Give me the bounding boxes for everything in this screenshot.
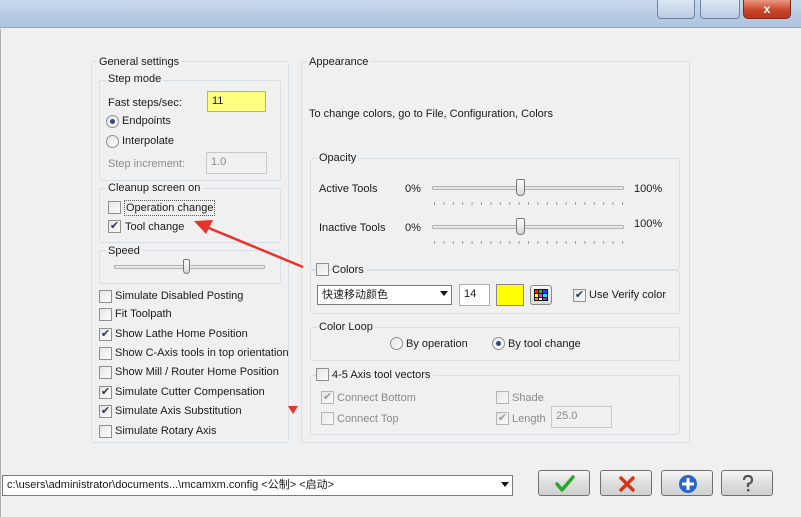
colors-label: Colors bbox=[332, 263, 367, 277]
active-tools-slider-thumb[interactable] bbox=[516, 179, 525, 196]
inactive-min-label: 0% bbox=[405, 222, 421, 234]
by-tool-change-radio[interactable] bbox=[492, 337, 505, 350]
by-operation-label: By operation bbox=[406, 338, 468, 350]
use-verify-color-label: Use Verify color bbox=[589, 289, 667, 301]
connect-bottom-label: Connect Bottom bbox=[337, 392, 416, 404]
ok-button[interactable] bbox=[538, 470, 590, 496]
endpoints-radio[interactable] bbox=[106, 115, 119, 128]
title-bar: x bbox=[0, 0, 801, 28]
option-label: Simulate Axis Substitution bbox=[115, 405, 242, 417]
dialog-client: General settings Step mode Fast steps/se… bbox=[0, 29, 801, 517]
close-icon: x bbox=[763, 2, 771, 16]
active-min-label: 0% bbox=[405, 183, 421, 195]
minimize-button[interactable] bbox=[657, 0, 695, 19]
interpolate-radio[interactable] bbox=[106, 135, 119, 148]
opacity-group bbox=[310, 158, 680, 270]
shade-label: Shade bbox=[512, 392, 544, 404]
option-label: Show Mill / Router Home Position bbox=[115, 366, 279, 378]
config-path-value: c:\users\administrator\documents...\mcam… bbox=[7, 479, 335, 491]
color-picker-button[interactable] bbox=[530, 285, 552, 305]
option-checkbox[interactable]: ✔ bbox=[99, 328, 112, 341]
option-checkbox[interactable]: ✔ bbox=[99, 405, 112, 418]
step-increment-label: Step increment: bbox=[108, 158, 186, 170]
option-checkbox[interactable] bbox=[99, 290, 112, 303]
annotation-arrow bbox=[194, 220, 304, 269]
active-max-label: 100% bbox=[634, 183, 663, 195]
maximize-button[interactable] bbox=[700, 0, 740, 19]
tool-change-checkbox[interactable]: ✔ bbox=[108, 220, 121, 233]
by-operation-radio[interactable] bbox=[390, 337, 403, 350]
option-label: Simulate Cutter Compensation bbox=[115, 386, 265, 398]
color-type-value: 快速移动颜色 bbox=[322, 289, 388, 301]
option-checkbox[interactable] bbox=[99, 425, 112, 438]
inactive-tools-label: Inactive Tools bbox=[319, 222, 386, 234]
chevron-down-icon bbox=[501, 482, 509, 487]
option-label: Simulate Disabled Posting bbox=[115, 290, 244, 302]
color-loop-title: Color Loop bbox=[317, 321, 375, 333]
add-button[interactable] bbox=[661, 470, 713, 496]
by-tool-change-label: By tool change bbox=[508, 338, 581, 350]
palette-icon bbox=[534, 289, 548, 301]
option-checkbox[interactable] bbox=[99, 347, 112, 360]
tool-change-label: Tool change bbox=[125, 221, 185, 233]
connect-top-checkbox[interactable] bbox=[321, 412, 334, 425]
help-button[interactable] bbox=[721, 470, 773, 496]
annotation-marker-icon bbox=[288, 406, 298, 414]
x-icon bbox=[619, 476, 635, 492]
operation-change-checkbox[interactable] bbox=[108, 201, 121, 214]
connect-bottom-checkbox[interactable]: ✔ bbox=[321, 391, 334, 404]
color-number-input[interactable]: 14 bbox=[459, 284, 490, 306]
fast-steps-input[interactable]: 11 bbox=[207, 91, 266, 112]
option-checkbox[interactable] bbox=[99, 308, 112, 321]
plus-icon bbox=[679, 475, 697, 493]
general-settings-title: General settings bbox=[97, 56, 182, 68]
step-mode-title: Step mode bbox=[106, 73, 164, 85]
use-verify-color-checkbox[interactable]: ✔ bbox=[573, 289, 586, 302]
axis-vectors-checkbox[interactable] bbox=[316, 368, 329, 381]
inactive-tools-slider-thumb[interactable] bbox=[516, 218, 525, 235]
option-label: Fit Toolpath bbox=[115, 308, 172, 320]
active-tools-slider-track[interactable] bbox=[432, 186, 624, 190]
color-swatch[interactable] bbox=[496, 284, 524, 306]
step-increment-input[interactable]: 1.0 bbox=[206, 152, 267, 174]
active-tools-label: Active Tools bbox=[319, 183, 378, 195]
checkmark-icon bbox=[555, 475, 575, 492]
config-path-dropdown[interactable]: c:\users\administrator\documents...\mcam… bbox=[2, 475, 513, 496]
shade-checkbox[interactable] bbox=[496, 391, 509, 404]
interpolate-label: Interpolate bbox=[122, 135, 174, 147]
fast-steps-label: Fast steps/sec: bbox=[108, 97, 182, 109]
length-label: Length bbox=[512, 413, 546, 425]
cleanup-title: Cleanup screen on bbox=[106, 182, 203, 194]
option-checkbox[interactable] bbox=[99, 366, 112, 379]
appearance-hint: To change colors, go to File, Configurat… bbox=[309, 108, 553, 120]
option-label: Simulate Rotary Axis bbox=[115, 425, 217, 437]
cancel-button[interactable] bbox=[600, 470, 652, 496]
option-label: Show C-Axis tools in top orientation bbox=[115, 347, 289, 359]
colors-checkbox[interactable] bbox=[316, 263, 329, 276]
connect-top-label: Connect Top bbox=[337, 413, 399, 425]
length-checkbox[interactable]: ✔ bbox=[496, 412, 509, 425]
chevron-down-icon bbox=[440, 291, 448, 296]
appearance-title: Appearance bbox=[307, 56, 371, 68]
option-checkbox[interactable]: ✔ bbox=[99, 386, 112, 399]
inactive-tools-slider-track[interactable] bbox=[432, 225, 624, 229]
option-label: Show Lathe Home Position bbox=[115, 328, 248, 340]
axis-vectors-group bbox=[310, 375, 680, 435]
question-icon bbox=[742, 475, 754, 492]
close-button[interactable]: x bbox=[743, 0, 791, 19]
color-type-dropdown[interactable]: 快速移动颜色 bbox=[317, 285, 452, 305]
endpoints-label: Endpoints bbox=[122, 115, 171, 127]
axis-vectors-label: 4-5 Axis tool vectors bbox=[332, 368, 434, 382]
length-input[interactable]: 25.0 bbox=[551, 406, 612, 428]
inactive-max-label: 100% bbox=[634, 218, 663, 230]
opacity-title: Opacity bbox=[317, 152, 359, 164]
inactive-tools-ticks bbox=[434, 241, 623, 244]
active-tools-ticks bbox=[434, 202, 623, 205]
speed-title: Speed bbox=[106, 245, 142, 257]
